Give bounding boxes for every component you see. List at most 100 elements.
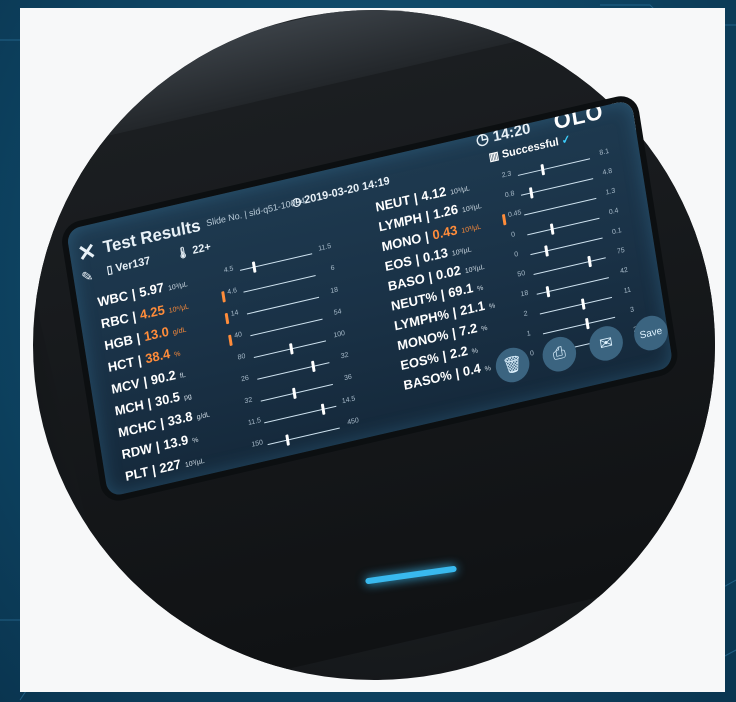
range-track (260, 383, 333, 402)
range-track (243, 275, 316, 293)
result-name: HCT (106, 354, 136, 376)
result-unit: % (471, 347, 479, 356)
range-low: 4.5 (223, 265, 235, 275)
separator: | (150, 462, 157, 478)
range-marker (580, 298, 586, 310)
thermometer-icon: 🌡 (175, 245, 191, 261)
range-high: 75 (616, 246, 626, 256)
range-high: 1.3 (605, 187, 616, 197)
version-label: ▯ Ver137 (106, 254, 152, 277)
result-unit: % (484, 364, 492, 374)
separator: | (130, 286, 137, 302)
result-unit: 10³/µL (461, 202, 483, 215)
result-value: 0.43 (431, 222, 459, 243)
result-value: 4.25 (138, 301, 166, 323)
range-marker (221, 290, 226, 303)
result-value: 7.2 (458, 320, 479, 340)
range-track (267, 427, 340, 446)
check-icon: ✓ (560, 133, 572, 148)
range-track (517, 158, 591, 176)
result-name: MCHC (117, 416, 158, 441)
temperature-label: 🌡 22+ (175, 240, 212, 261)
range-marker (528, 187, 534, 199)
result-unit: pg (183, 393, 193, 402)
range-marker (289, 343, 294, 355)
separator: | (441, 347, 448, 364)
range-high: 6 (330, 264, 336, 273)
result-value: 21.1 (458, 297, 486, 319)
separator: | (454, 365, 461, 381)
separator: | (450, 325, 457, 341)
clock-icon: ◷ (291, 195, 303, 210)
envelope-icon: ✉ (598, 333, 615, 354)
delete-button[interactable]: 🗑 (493, 344, 532, 386)
result-unit: 10³/µL (461, 223, 482, 236)
range-high: 18 (329, 286, 339, 296)
range-low: 2 (523, 310, 529, 319)
result-value: 5.97 (138, 279, 166, 301)
result-value: 38.4 (144, 345, 172, 367)
range-low: 50 (516, 269, 526, 279)
range-track (527, 217, 600, 236)
result-unit: % (173, 350, 182, 359)
cartridge-icon: ▥ (487, 149, 500, 164)
range-high: 11.5 (317, 242, 332, 253)
result-value: 0.4 (461, 360, 482, 380)
edit-icon[interactable]: ✎ (80, 267, 94, 286)
range-low: 4.6 (226, 287, 238, 297)
range-track (530, 237, 603, 256)
result-name: WBC (96, 287, 130, 310)
range-marker (310, 360, 316, 373)
separator: | (159, 415, 165, 431)
separator: | (131, 308, 138, 325)
save-button[interactable]: Save (631, 312, 671, 354)
result-name: MCH (113, 397, 145, 419)
range-marker (501, 213, 507, 226)
range-high: 4.8 (602, 167, 613, 177)
range-marker (224, 312, 230, 325)
close-icon[interactable]: ✕ (76, 238, 98, 267)
separator: | (423, 228, 430, 245)
result-unit: % (191, 436, 200, 445)
result-value: 4.12 (420, 183, 448, 205)
range-track (524, 197, 597, 216)
separator: | (146, 395, 153, 412)
result-value: 227 (158, 456, 182, 476)
range-high: 450 (346, 417, 360, 427)
separator: | (427, 268, 434, 285)
temperature-value: 22+ (191, 240, 212, 258)
range-track (246, 296, 320, 315)
result-name: HGB (103, 331, 134, 354)
range-marker (540, 163, 545, 176)
range-high: 36 (343, 373, 353, 383)
result-name: MCV (110, 375, 141, 397)
trash-icon: 🗑 (501, 354, 524, 377)
result-unit: 10³/µL (184, 457, 206, 470)
range-high: 14.5 (341, 395, 356, 406)
result-unit: 10³/µL (167, 281, 189, 293)
range-low: 32 (244, 396, 253, 406)
result-name: EOS% (399, 349, 440, 374)
range-low: 80 (237, 352, 246, 362)
result-value: 30.5 (153, 388, 181, 410)
version-value: Ver137 (114, 254, 152, 275)
range-high: 54 (333, 308, 343, 317)
separator: | (412, 190, 419, 206)
range-low: 0 (510, 231, 516, 239)
range-low: 40 (233, 331, 243, 340)
result-unit: 10³/µL (464, 263, 486, 276)
result-name: EOS (383, 253, 413, 275)
result-unit: % (488, 302, 496, 311)
result-name: RBC (99, 310, 130, 332)
result-unit: 10³/µL (451, 246, 473, 258)
range-high: 11 (623, 286, 632, 296)
range-low: 2.3 (501, 170, 512, 180)
result-name: RDW (120, 440, 154, 463)
result-unit: g/dL (172, 326, 187, 337)
range-high: 3 (629, 306, 635, 315)
result-unit: % (480, 324, 489, 334)
range-low: 1 (526, 330, 532, 338)
result-name: BASO (386, 270, 426, 294)
separator: | (135, 330, 142, 346)
result-unit: 10³/µL (449, 185, 471, 197)
